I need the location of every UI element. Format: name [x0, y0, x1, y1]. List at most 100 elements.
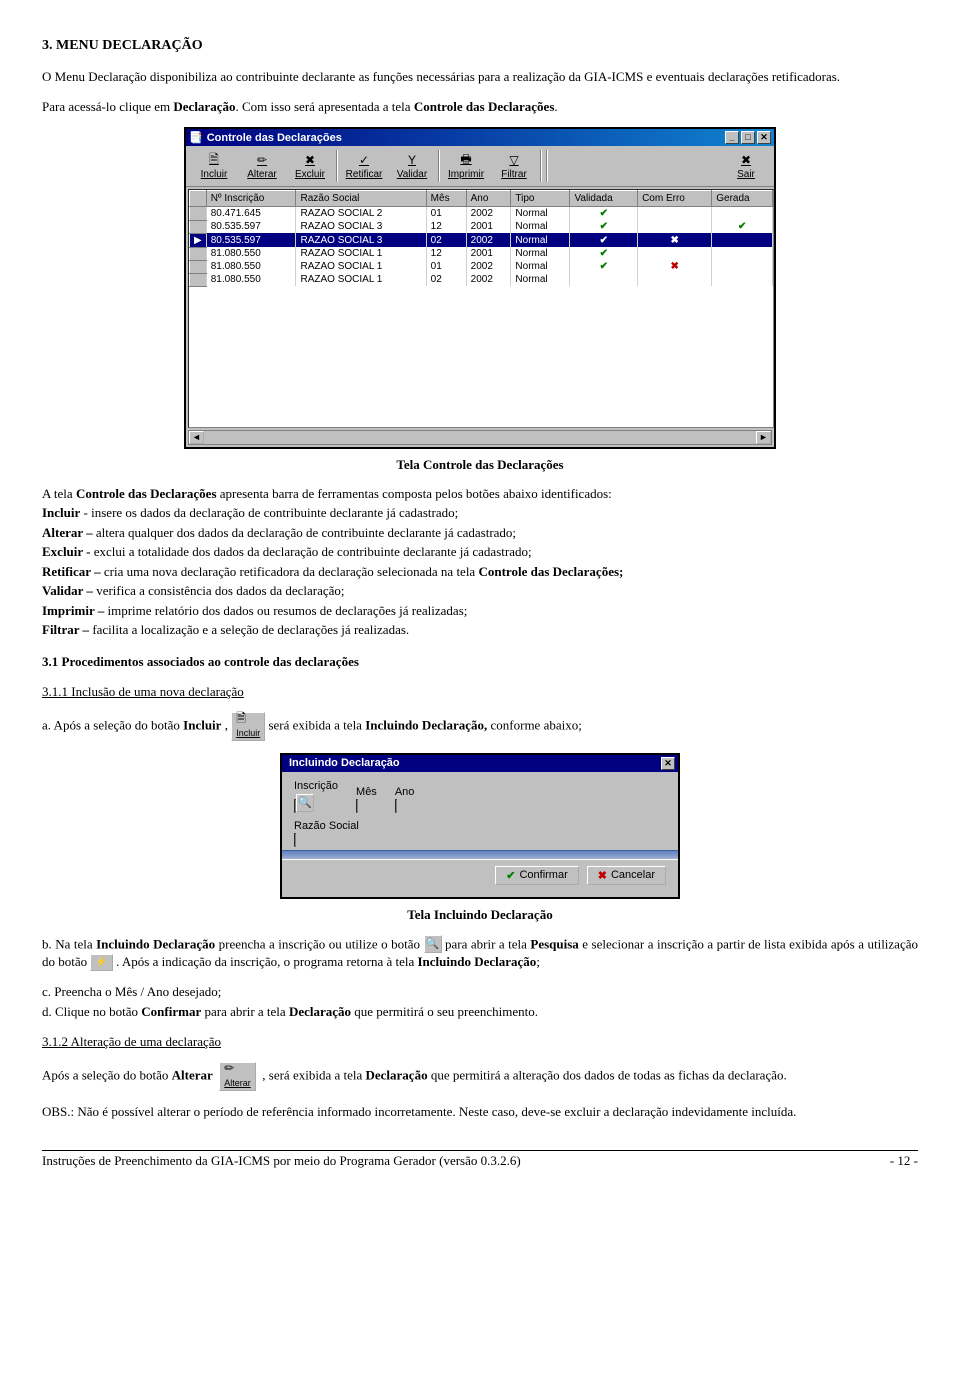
toolbar-label: Imprimir [448, 169, 484, 180]
lightning-icon[interactable]: ⚡ [90, 954, 112, 972]
row-indicator [190, 207, 207, 221]
footer-page: - 12 - [890, 1153, 918, 1169]
alterar-toolbar-icon[interactable]: ✏Alterar [219, 1062, 256, 1091]
column-header[interactable]: Nº Inscrição [206, 191, 296, 207]
table-row[interactable]: 80.535.597RAZAO SOCIAL 3122001Normal✔✔ [190, 220, 773, 233]
definition: imprime relatório dos dados ou resumos d… [104, 603, 467, 618]
check-icon: ✔ [570, 233, 638, 247]
cell: RAZAO SOCIAL 1 [296, 273, 426, 286]
table-row[interactable]: 81.080.550RAZAO SOCIAL 1012002Normal✔✖ [190, 260, 773, 273]
declaracoes-grid[interactable]: Nº InscriçãoRazão SocialMêsAnoTipoValida… [188, 189, 774, 428]
check-icon [712, 233, 773, 247]
ano-input[interactable] [395, 799, 397, 813]
cell: Normal [511, 207, 570, 221]
field-label: Mês [356, 786, 377, 798]
table-row[interactable]: 80.471.645RAZAO SOCIAL 2012002Normal✔ [190, 207, 773, 221]
cell: 2001 [466, 247, 511, 260]
cancelar-button[interactable]: ✖Cancelar [587, 866, 666, 885]
column-header[interactable]: Razão Social [296, 191, 426, 207]
definition: altera qualquer dos dados da declaração … [93, 525, 516, 540]
close-button[interactable]: ✕ [661, 757, 675, 770]
column-header[interactable]: Com Erro [638, 191, 712, 207]
list-item: Excluir - exclui a totalidade dos dados … [42, 543, 918, 561]
dialog-title: Incluindo Declaração [285, 757, 659, 769]
cell: RAZAO SOCIAL 1 [296, 247, 426, 260]
toolbar: 🗎Incluir✏Alterar✖Excluir✓RetificarYValid… [186, 146, 774, 187]
step-a: a. Após a seleção do botão Incluir , 🗎In… [42, 712, 918, 741]
sair-icon: ✖ [737, 152, 755, 168]
column-header[interactable]: Tipo [511, 191, 570, 207]
toolbar-description: A tela Controle das Declarações apresent… [42, 485, 918, 639]
retificar-icon: ✓ [355, 152, 373, 168]
retificar-button[interactable]: ✓Retificar [340, 148, 388, 184]
definition: - insere os dados da declaração de contr… [80, 505, 458, 520]
filtrar-button[interactable]: ▽Filtrar [490, 148, 538, 184]
cell: RAZAO SOCIAL 1 [296, 260, 426, 273]
text: Após a seleção do botão [42, 1067, 172, 1082]
scroll-track[interactable] [204, 431, 756, 444]
error-icon [638, 207, 712, 221]
term: Retificar – [42, 564, 101, 579]
column-header[interactable]: Ano [466, 191, 511, 207]
toolbar-label: Retificar [346, 169, 383, 180]
inscricao-field: Inscrição 🔍 [294, 780, 338, 812]
term: Imprimir – [42, 603, 104, 618]
text: para abrir a tela [445, 936, 530, 951]
rowhead [190, 191, 207, 207]
alterar-button[interactable]: ✏Alterar [238, 148, 286, 184]
mes-input[interactable] [356, 799, 358, 813]
text: será exibida a tela [268, 717, 365, 732]
button-label: Cancelar [611, 869, 655, 881]
term: Validar – [42, 583, 93, 598]
list-item: Filtrar – facilita a localização e a sel… [42, 621, 918, 639]
incluir-toolbar-icon[interactable]: 🗎Incluir [231, 712, 265, 741]
scroll-left-icon[interactable]: ◄ [189, 431, 204, 444]
text: . [554, 99, 557, 114]
text: , será exibida a tela [262, 1067, 365, 1082]
text-bold: Controle das Declarações [76, 486, 217, 501]
column-header[interactable]: Mês [426, 191, 466, 207]
maximize-button[interactable]: □ [741, 131, 755, 144]
text-bold: Declaração [366, 1067, 428, 1082]
column-header[interactable]: Gerada [712, 191, 773, 207]
table-row[interactable]: ▶80.535.597RAZAO SOCIAL 3022002Normal✔✖ [190, 233, 773, 247]
excluir-button[interactable]: ✖Excluir [286, 148, 334, 184]
text-bold: Controle das Declarações [414, 99, 555, 114]
window-title: Controle das Declarações [203, 132, 723, 144]
toolbar-label: Filtrar [501, 169, 527, 180]
minimize-button[interactable]: _ [725, 131, 739, 144]
search-icon[interactable]: 🔍 [424, 935, 442, 953]
term: Incluir [42, 505, 80, 520]
text: Para acessá-lo clique em [42, 99, 173, 114]
check-icon [712, 273, 773, 286]
horizontal-scrollbar[interactable]: ◄ ► [188, 430, 772, 445]
search-icon[interactable]: 🔍 [296, 794, 314, 812]
sair-button[interactable]: ✖Sair [722, 148, 770, 184]
list-item: Imprimir – imprime relatório dos dados o… [42, 602, 918, 620]
validar-button[interactable]: YValidar [388, 148, 436, 184]
toolbar-label: Sair [737, 169, 755, 180]
imprimir-button[interactable]: 🖶Imprimir [442, 148, 490, 184]
imprimir-icon: 🖶 [457, 152, 475, 168]
cell: 80.535.597 [206, 220, 296, 233]
column-header[interactable]: Validada [570, 191, 638, 207]
table-row[interactable]: 81.080.550RAZAO SOCIAL 1022002Normal [190, 273, 773, 286]
table-row[interactable]: 81.080.550RAZAO SOCIAL 1122001Normal✔ [190, 247, 773, 260]
incluir-button[interactable]: 🗎Incluir [190, 148, 238, 184]
list-item: Retificar – cria uma nova declaração ret… [42, 563, 918, 581]
check-icon: ✔ [570, 260, 638, 273]
definition: verifica a consistência dos dados da dec… [93, 583, 345, 598]
razao-social-input[interactable] [294, 833, 296, 847]
field-label: Ano [395, 786, 415, 798]
scroll-right-icon[interactable]: ► [756, 431, 771, 444]
cell: Normal [511, 247, 570, 260]
section-heading: 3. MENU DECLARAÇÃO [42, 38, 918, 54]
cell: RAZAO SOCIAL 2 [296, 207, 426, 221]
cell: RAZAO SOCIAL 3 [296, 220, 426, 233]
text: A tela [42, 486, 76, 501]
cell: 81.080.550 [206, 260, 296, 273]
subsection-heading: 3.1 Procedimentos associados ao controle… [42, 654, 359, 669]
close-button[interactable]: ✕ [757, 131, 771, 144]
check-icon: ✔ [712, 220, 773, 233]
confirmar-button[interactable]: ✔Confirmar [495, 866, 579, 885]
